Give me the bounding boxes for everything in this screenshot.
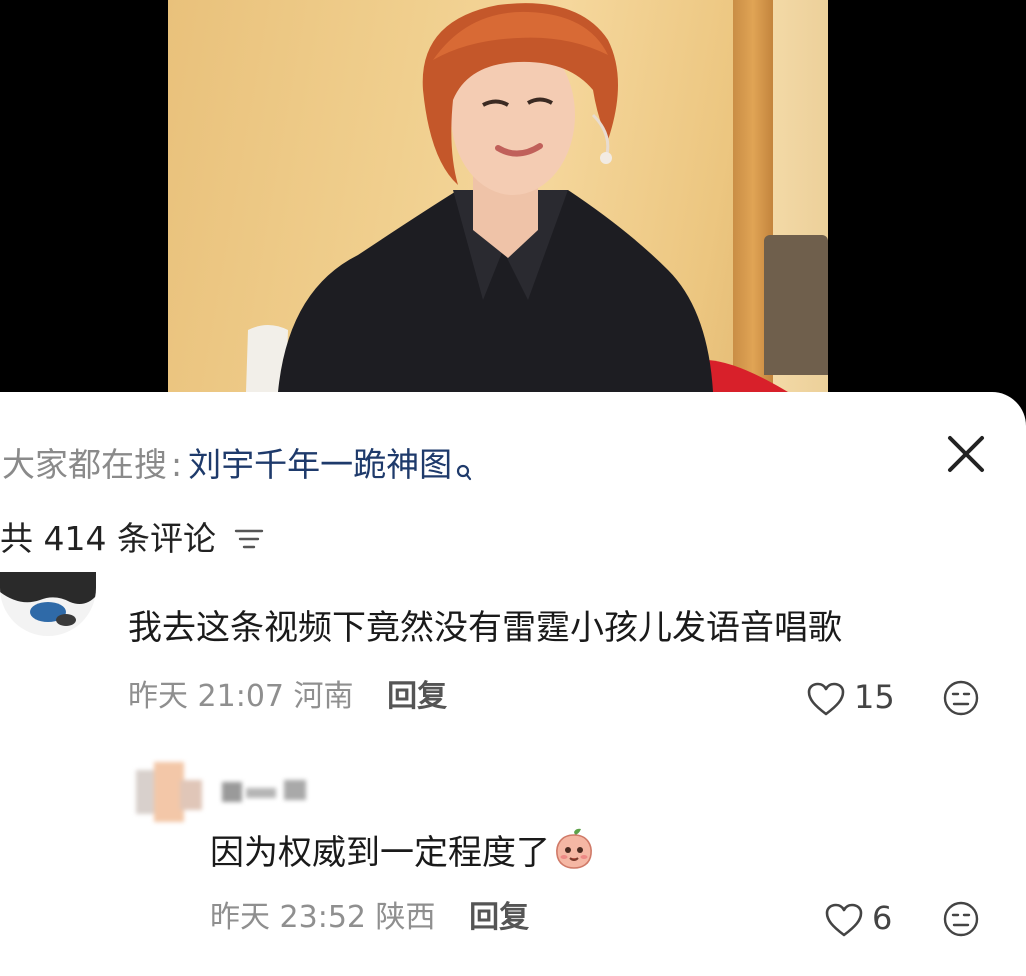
comment-meta: 昨天 21:07 河南 回复 [128, 677, 447, 717]
trending-search[interactable]: 大家都在搜: 刘宇千年一跪神图 [2, 440, 472, 490]
sort-lines-icon[interactable] [234, 516, 264, 566]
like-count: 15 [854, 678, 895, 716]
close-icon [948, 436, 984, 472]
username-obscured[interactable] [222, 778, 312, 806]
neutral-face-icon [943, 901, 979, 937]
comment-location: 河南 [293, 679, 354, 714]
comment-meta: 昨天 23:52 陕西 回复 [210, 898, 529, 938]
trending-search-term[interactable]: 刘宇千年一跪神图 [188, 445, 452, 484]
comment-count-label: 共 414 条评论 [0, 519, 216, 558]
comment-text: 我去这条视频下竟然没有雷霆小孩儿发语音唱歌 [128, 608, 842, 648]
reply-button[interactable]: 回复 [387, 679, 447, 714]
comment-text: 因为权威到一定程度了 [210, 828, 594, 881]
heart-icon [807, 682, 845, 716]
comment-location: 陕西 [375, 900, 436, 935]
react-button[interactable] [942, 679, 980, 717]
video-frame [168, 0, 828, 392]
comment-text-content: 因为权威到一定程度了 [210, 833, 550, 873]
search-icon [456, 446, 472, 496]
person-illustration [246, 3, 788, 392]
like-button[interactable]: 15 [806, 677, 895, 717]
like-count: 6 [872, 899, 893, 937]
react-button[interactable] [942, 900, 980, 938]
peach-face-emoji [554, 828, 594, 881]
heart-icon [825, 903, 863, 937]
trending-search-separator: : [171, 445, 183, 484]
comment-count-bar: 共 414 条评论 [0, 514, 264, 564]
video-player[interactable] [0, 0, 1026, 430]
close-button[interactable] [942, 430, 990, 478]
neutral-face-icon [943, 680, 979, 716]
trending-search-prefix: 大家都在搜 [2, 445, 167, 484]
like-button[interactable]: 6 [824, 898, 892, 938]
comment-time: 昨天 23:52 [210, 900, 366, 935]
reply-button[interactable]: 回复 [469, 900, 529, 935]
avatar[interactable] [136, 762, 204, 822]
comment-time: 昨天 21:07 [128, 679, 284, 714]
